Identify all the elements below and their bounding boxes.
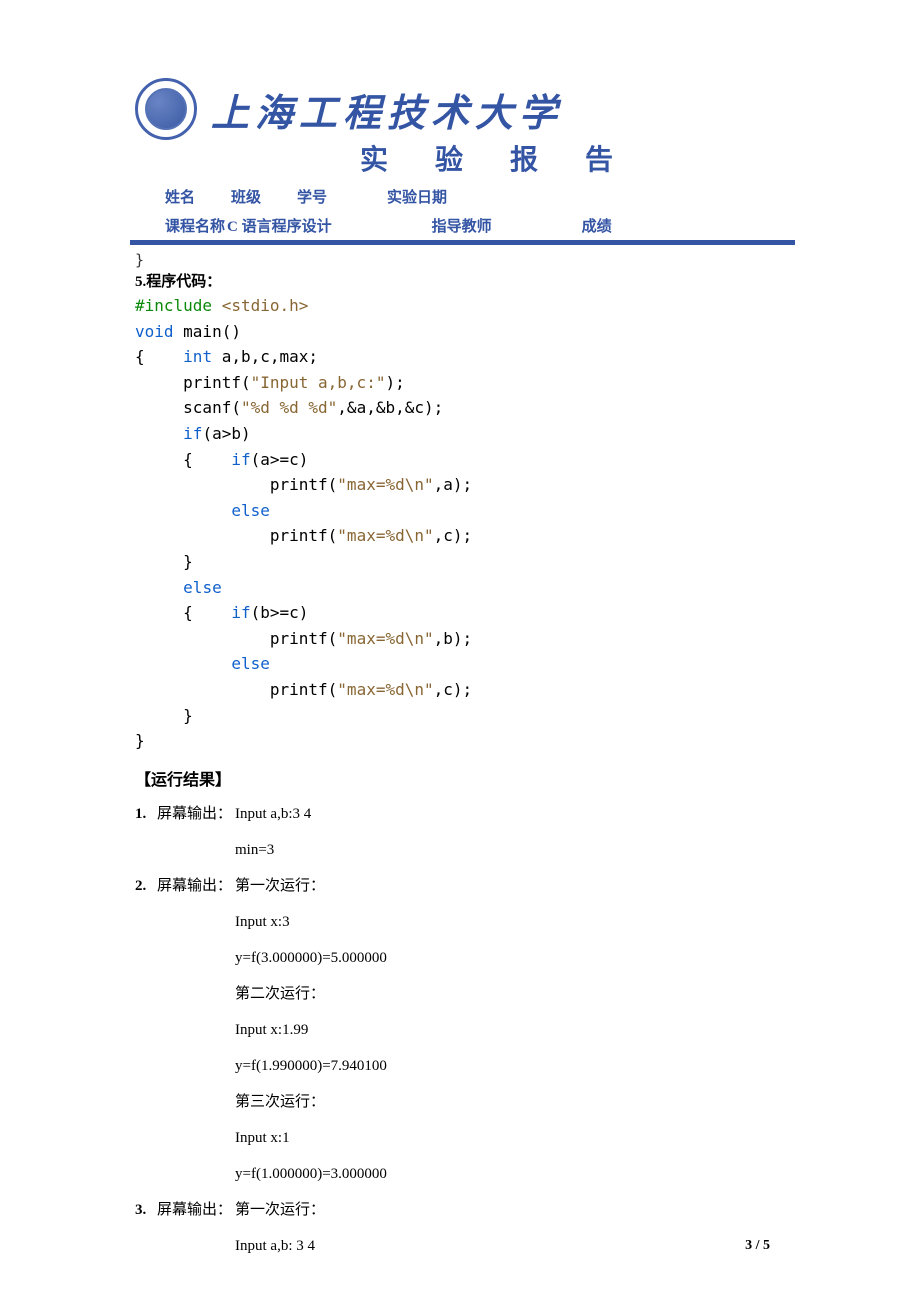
logo-inner-icon <box>145 88 187 130</box>
university-logo <box>135 78 197 140</box>
result-2-row: 2. 屏幕输出： 第一次运行： <box>135 868 790 904</box>
header-divider <box>130 240 795 245</box>
university-name: 上海工程技术大学 <box>211 82 563 137</box>
result-2-l3: y=f(3.000000)=5.000000 <box>235 940 790 976</box>
code-vars: a,b,c,max; <box>212 347 318 366</box>
code-if1: if <box>183 424 202 443</box>
result-2-label: 屏幕输出： <box>157 868 235 904</box>
result-2-l5: Input x:1.99 <box>235 1012 790 1048</box>
result-3-label: 屏幕输出： <box>157 1192 235 1228</box>
code-end5: ,b); <box>434 629 473 648</box>
code-br7: { <box>135 450 231 469</box>
code-br17: } <box>135 706 193 725</box>
section-title-code: 5.程序代码： <box>135 270 790 291</box>
result-1-label: 屏幕输出： <box>157 796 235 832</box>
code-cond1: (a>b) <box>202 424 250 443</box>
result-2-l2: Input x:3 <box>235 904 790 940</box>
logo-and-title: 上海工程技术大学 <box>135 78 790 140</box>
teacher-label: 指导教师 <box>432 215 492 236</box>
code-else3: else <box>231 654 270 673</box>
document-header: 上海工程技术大学 实 验 报 告 姓名 班级 学号 实验日期 课程名称 C 语言… <box>135 78 790 245</box>
code-else1: else <box>231 501 270 520</box>
code-str1: "Input a,b,c:" <box>251 373 386 392</box>
result-2-l8: Input x:1 <box>235 1120 790 1156</box>
document-content: } 5.程序代码： #include <stdio.h> void main()… <box>135 251 790 1264</box>
code-cond2: (a>=c) <box>251 450 309 469</box>
code-str3: "max=%d\n" <box>337 475 433 494</box>
result-1-line1: Input a,b:3 4 <box>235 796 311 832</box>
result-3-num: 3. <box>135 1192 157 1228</box>
code-if2: if <box>231 450 250 469</box>
code-sp9 <box>135 501 231 520</box>
result-1-line2: min=3 <box>235 832 790 868</box>
code-int: int <box>183 347 212 366</box>
page-number: 3 / 5 <box>745 1238 770 1254</box>
code-block: #include <stdio.h> void main() { int a,b… <box>135 293 790 754</box>
result-2-l9: y=f(1.000000)=3.000000 <box>235 1156 790 1192</box>
result-2-l1: 第一次运行： <box>235 868 325 904</box>
code-end4: ,c); <box>434 526 473 545</box>
code-if3: if <box>231 603 250 622</box>
code-p8: printf( <box>135 475 337 494</box>
code-sp6 <box>135 424 183 443</box>
code-end3: ,a); <box>434 475 473 494</box>
code-br13: { <box>135 603 231 622</box>
id-label: 学号 <box>297 186 327 207</box>
code-str2: "%d %d %d" <box>241 398 337 417</box>
result-section-title: 【运行结果】 <box>135 766 790 790</box>
code-sp15 <box>135 654 231 673</box>
code-cond3: (b>=c) <box>251 603 309 622</box>
result-2-l4: 第二次运行： <box>235 976 790 1012</box>
closing-brace-prev: } <box>135 251 790 269</box>
result-2-l7: 第三次运行： <box>235 1084 790 1120</box>
date-label: 实验日期 <box>387 186 447 207</box>
code-p14: printf( <box>135 629 337 648</box>
result-1-row: 1. 屏幕输出： Input a,b:3 4 <box>135 796 790 832</box>
code-br18: } <box>135 731 145 750</box>
result-1-num: 1. <box>135 796 157 832</box>
code-scanf: scanf( <box>135 398 241 417</box>
code-end1: ); <box>385 373 404 392</box>
result-2-l6: y=f(1.990000)=7.940100 <box>235 1048 790 1084</box>
report-title: 实 验 报 告 <box>203 138 790 178</box>
code-str4: "max=%d\n" <box>337 526 433 545</box>
result-3-row: 3. 屏幕输出： 第一次运行： <box>135 1192 790 1228</box>
result-2-num: 2. <box>135 868 157 904</box>
result-3-l2: Input a,b: 3 4 <box>235 1228 790 1264</box>
code-void: void <box>135 322 174 341</box>
code-header: <stdio.h> <box>212 296 308 315</box>
code-sp12 <box>135 578 183 597</box>
code-br11: } <box>135 552 193 571</box>
result-3-l1: 第一次运行： <box>235 1192 325 1228</box>
code-else2: else <box>183 578 222 597</box>
name-label: 姓名 <box>165 186 195 207</box>
code-str5: "max=%d\n" <box>337 629 433 648</box>
code-printf1: printf( <box>135 373 251 392</box>
code-include: #include <box>135 296 212 315</box>
grade-label: 成绩 <box>582 215 612 236</box>
code-str6: "max=%d\n" <box>337 680 433 699</box>
course-label: 课程名称 <box>165 215 225 236</box>
info-row-2: 课程名称 C 语言程序设计 指导教师 成绩 <box>165 215 790 236</box>
info-row-1: 姓名 班级 学号 实验日期 <box>165 186 790 207</box>
code-end2: ,&a,&b,&c); <box>337 398 443 417</box>
result-body: 1. 屏幕输出： Input a,b:3 4 min=3 2. 屏幕输出： 第一… <box>135 796 790 1264</box>
code-brace-open: { <box>135 347 183 366</box>
code-p16: printf( <box>135 680 337 699</box>
code-p10: printf( <box>135 526 337 545</box>
code-main: main() <box>174 322 241 341</box>
code-end6: ,c); <box>434 680 473 699</box>
class-label: 班级 <box>231 186 261 207</box>
course-value: C 语言程序设计 <box>227 215 332 236</box>
